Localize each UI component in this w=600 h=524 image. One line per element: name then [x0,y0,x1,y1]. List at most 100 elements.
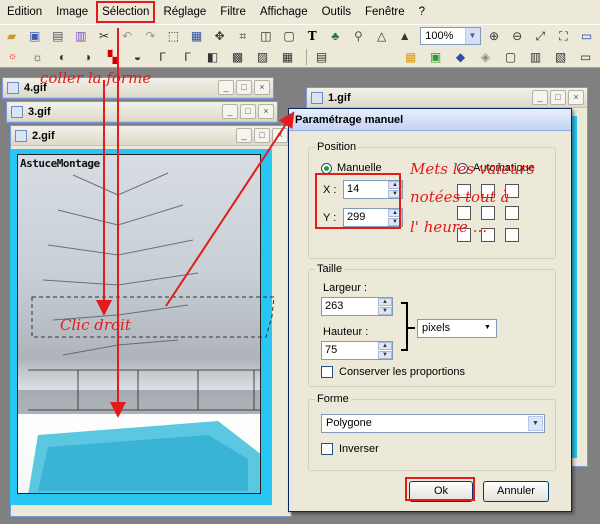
chevron-down-icon[interactable]: ▼ [480,321,495,336]
fill2-icon[interactable]: ▥ [525,47,546,67]
window-3gif[interactable]: 3.gif _ □ × [6,101,278,123]
unit-select[interactable]: pixels ▼ [417,319,497,338]
menu-fenetre[interactable]: Fenêtre [358,0,412,24]
spin-up-icon[interactable]: ▲ [378,298,392,306]
spin-down-icon[interactable]: ▼ [378,307,392,315]
width-input[interactable]: 263 ▲ ▼ [321,297,393,316]
annotation-instruction-3: l' heure ... [410,218,488,236]
xy-highlight-box [315,173,401,229]
menu-selection[interactable]: Sélection [95,0,156,24]
color-icon[interactable]: ◑ [77,47,98,67]
cut-icon[interactable]: ✂ [95,26,114,46]
invert-checkbox[interactable] [321,443,333,455]
save-icon[interactable]: ▣ [25,26,44,46]
height-label: Hauteur : [323,326,369,338]
droplet-icon[interactable]: ◆ [450,47,471,67]
text-icon[interactable]: T [303,26,322,46]
window-title: 2.gif [32,129,55,142]
unit-value: pixels [422,322,451,334]
wand-icon[interactable]: ⚲ [349,26,368,46]
brightness-icon[interactable]: ◒ [127,47,148,67]
height-input[interactable]: 75 ▲ ▼ [321,341,393,360]
annotation-paste-shape: coller la forme [40,69,152,87]
minimize-button[interactable]: _ [222,104,238,119]
zoom-in-icon[interactable]: ⊕ [485,26,504,46]
text-effect-icon[interactable]: ▧ [550,47,571,67]
monitor-icon[interactable]: ▭ [577,26,596,46]
grid-icon[interactable]: ▦ [277,47,298,67]
chevron-down-icon[interactable]: ▼ [528,416,543,431]
open-icon[interactable]: ▰ [2,26,21,46]
print-preview-icon[interactable]: ▥ [71,26,90,46]
filter-icon[interactable]: ▨ [252,47,273,67]
menu-image[interactable]: Image [49,0,95,24]
brush-icon[interactable]: △ [372,26,391,46]
maximize-button[interactable]: □ [254,128,270,143]
minimize-button[interactable]: _ [236,128,252,143]
menu-outils[interactable]: Outils [315,0,358,24]
spin-up-icon[interactable]: ▲ [378,342,392,350]
maximize-button[interactable]: □ [550,90,566,105]
minimize-button[interactable]: _ [532,90,548,105]
fullscreen-icon[interactable]: ⛶ [554,26,573,46]
menu-edition[interactable]: Edition [0,0,49,24]
undo-icon[interactable]: ↶ [118,26,137,46]
layer-icon[interactable]: ▩ [227,47,248,67]
move-icon[interactable]: ✥ [210,26,229,46]
align-bottom-right[interactable] [505,228,519,242]
menu-filtre[interactable]: Filtre [213,0,253,24]
tree-icon[interactable]: ♣ [326,26,345,46]
zoom-select[interactable]: 100% ▼ [420,26,481,45]
print-icon[interactable]: ▤ [48,26,67,46]
menu-affichage[interactable]: Affichage [253,0,315,24]
frame2-icon[interactable]: ▢ [500,47,521,67]
align-middle-right[interactable] [505,206,519,220]
keep-proportions-checkbox[interactable] [321,366,333,378]
close-button[interactable]: × [258,104,274,119]
annotation-instruction-1: Mets les valeurs [410,160,535,178]
menu-reglage[interactable]: Réglage [156,0,213,24]
winter-photo[interactable]: AstuceMontage [17,154,261,494]
balance-icon[interactable]: Γ [177,47,198,67]
levels-icon[interactable]: ▚ [102,47,123,67]
rectangle-select-icon[interactable]: ◫ [256,26,275,46]
close-button[interactable]: × [272,128,288,143]
gradient-icon[interactable]: ◈ [475,47,496,67]
image-icon [7,81,19,94]
maximize-button[interactable]: □ [240,104,256,119]
menu-help[interactable]: ? [412,0,432,24]
palette-icon[interactable]: ▦ [400,47,421,67]
shape-select[interactable]: Polygone ▼ [321,414,545,433]
fit-icon[interactable]: ⤢ [531,26,550,46]
select-icon[interactable]: ⬚ [164,26,183,46]
size-group-label: Taille [315,263,345,275]
spin-down-icon[interactable]: ▼ [378,351,392,359]
keep-proportions-label[interactable]: Conserver les proportions [339,366,465,378]
rotate-icon[interactable]: ▤ [311,47,332,67]
tone-icon[interactable]: Γ [152,47,173,67]
crop-icon[interactable]: ⌗ [233,26,252,46]
width-value: 263 [325,300,344,312]
shape-group-label: Forme [315,393,351,405]
maximize-button[interactable]: □ [236,80,252,95]
chevron-down-icon[interactable]: ▼ [464,27,480,44]
invert-label[interactable]: Inverser [339,443,379,455]
cancel-button[interactable]: Annuler [483,481,549,502]
close-button[interactable]: × [254,80,270,95]
swatch-icon[interactable]: ▣ [425,47,446,67]
zoom-value: 100% [425,29,454,42]
image-icon [11,105,23,118]
minimize-button[interactable]: _ [218,80,234,95]
frame-icon[interactable]: ▢ [280,26,299,46]
copy-icon[interactable]: ▦ [187,26,206,46]
hue-icon[interactable]: ◧ [202,47,223,67]
auto-icon[interactable]: ☼ [2,47,23,67]
redo-icon[interactable]: ↷ [141,26,160,46]
dialog-title: Paramétrage manuel [289,109,571,131]
zoom-out-icon[interactable]: ⊖ [508,26,527,46]
close-button[interactable]: × [568,90,584,105]
effect-icon[interactable]: ◐ [52,47,73,67]
fill-icon[interactable]: ▲ [395,26,414,46]
adjust-icon[interactable]: ☼ [27,47,48,67]
shape-icon[interactable]: ▭ [575,47,596,67]
